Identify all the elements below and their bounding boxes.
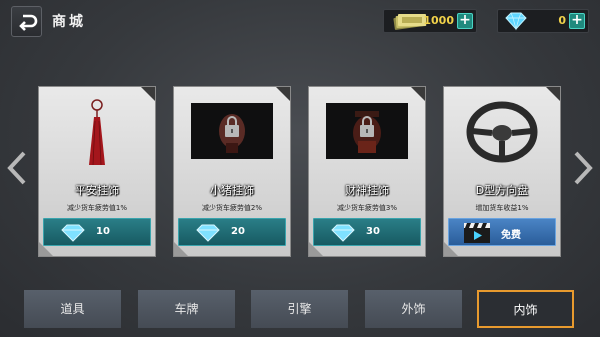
item-thumbnail	[191, 103, 273, 159]
item-thumbnail	[326, 103, 408, 159]
item-image	[174, 87, 290, 177]
gem-icon	[196, 224, 220, 242]
pig-charm-icon	[219, 114, 245, 153]
tab-engine[interactable]: 引擎	[251, 290, 348, 328]
item-name: D型方向盘	[475, 184, 529, 197]
video-icon	[464, 223, 490, 243]
buy-button[interactable]: 20	[178, 218, 286, 246]
item-price: 10	[96, 226, 110, 237]
gem-icon	[331, 224, 355, 242]
caishen-charm-icon	[353, 111, 381, 153]
gold-amount: 1000	[423, 14, 454, 27]
item-description: 增加货车收益1%	[475, 204, 529, 212]
item-description: 减少货车疲劳值3%	[336, 204, 398, 212]
add-gold-button[interactable]: +	[457, 13, 473, 29]
item-card-pingan[interactable]: 平安挂饰 减少货车疲劳值1% 10	[38, 86, 156, 257]
back-arrow-icon	[19, 14, 38, 31]
gem-counter: 0 +	[497, 9, 589, 33]
chevron-right-icon	[574, 151, 593, 185]
gem-icon	[61, 224, 85, 242]
tab-props[interactable]: 道具	[24, 290, 121, 328]
item-price: 30	[366, 226, 380, 237]
next-page-arrow[interactable]	[572, 150, 594, 186]
item-name: 财神挂饰	[345, 184, 389, 197]
item-price: 20	[231, 226, 245, 237]
add-gem-button[interactable]: +	[569, 13, 585, 29]
tab-exterior[interactable]: 外饰	[365, 290, 462, 328]
buy-button[interactable]: 30	[313, 218, 421, 246]
item-image	[309, 87, 425, 177]
gem-icon	[505, 12, 527, 31]
buy-button[interactable]: 10	[43, 218, 151, 246]
item-description: 减少货车疲劳值1%	[66, 204, 128, 212]
chevron-left-icon	[7, 151, 26, 185]
item-card-caishen[interactable]: 财神挂饰 减少货车疲劳值3% 30	[308, 86, 426, 257]
gem-amount: 0	[558, 14, 566, 27]
gold-counter: 1000 +	[383, 9, 477, 33]
tassel-charm-icon	[89, 99, 105, 166]
page-title: 商城	[52, 14, 86, 30]
item-image	[39, 87, 155, 177]
item-card-steering-wheel[interactable]: D型方向盘 增加货车收益1% 免费	[443, 86, 561, 257]
tab-license-plate[interactable]: 车牌	[138, 290, 235, 328]
item-name: 平安挂饰	[75, 184, 119, 197]
item-name: 小猪挂饰	[210, 184, 254, 197]
tab-interior[interactable]: 内饰	[477, 290, 574, 328]
item-price: 免费	[501, 230, 521, 241]
item-card-xiaozhu[interactable]: 小猪挂饰 减少货车疲劳值2% 20	[173, 86, 291, 257]
previous-page-arrow[interactable]	[6, 150, 28, 186]
back-button[interactable]	[11, 6, 42, 37]
watch-ad-button[interactable]: 免费	[448, 218, 556, 246]
steering-wheel-icon	[466, 101, 538, 163]
top-bar: 商城 1000 + 0 +	[0, 0, 600, 44]
item-description: 减少货车疲劳值2%	[201, 204, 263, 212]
item-image	[444, 87, 560, 177]
